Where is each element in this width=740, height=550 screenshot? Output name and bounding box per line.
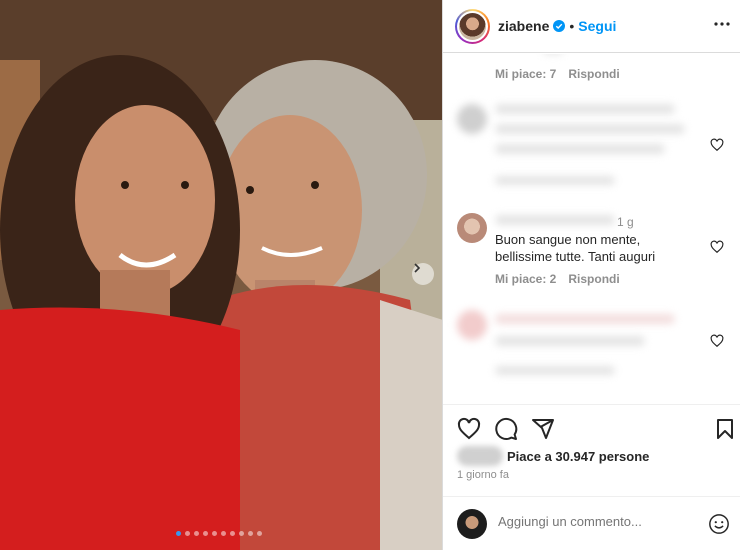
carousel-dot (185, 531, 190, 536)
heart-icon[interactable] (710, 240, 724, 254)
emoji-icon[interactable] (708, 513, 730, 535)
heart-icon[interactable] (710, 334, 724, 348)
reply-button[interactable]: Rispondi (568, 67, 619, 81)
likes-count[interactable]: Piace a 30.947 persone (507, 449, 649, 464)
comment-likes[interactable]: Mi piace: 2 (495, 272, 556, 286)
post-side-panel: ziabene • Segui Mi piace: 7 Rispondi 1 g (443, 0, 740, 550)
blurred-username (495, 215, 615, 225)
carousel-dot (221, 531, 226, 536)
photo-illustration (0, 0, 443, 550)
carousel-dots (176, 531, 262, 536)
carousel-dot (194, 531, 199, 536)
carousel-next-button[interactable] (412, 263, 434, 285)
verified-badge-icon (553, 20, 566, 32)
comment-icon[interactable] (494, 417, 518, 441)
carousel-dot (239, 531, 244, 536)
likers-avatars[interactable] (457, 446, 503, 466)
blurred-comment-text (495, 314, 675, 324)
reply-button[interactable]: Rispondi (568, 272, 619, 286)
current-user-avatar (457, 509, 487, 539)
comment-meta: Mi piace: 2 Rispondi (495, 272, 620, 286)
comment-meta: Mi piace: 7 Rispondi (495, 67, 620, 81)
carousel-dot (230, 531, 235, 536)
post-photo[interactable] (0, 0, 443, 550)
header-separator: • (569, 18, 575, 34)
carousel-dot (248, 531, 253, 536)
comment-input[interactable] (498, 514, 688, 529)
chevron-right-icon (414, 263, 421, 273)
carousel-dot (176, 531, 181, 536)
bookmark-icon[interactable] (713, 417, 737, 441)
carousel-dot (203, 531, 208, 536)
like-heart-icon[interactable] (457, 417, 481, 441)
comment-likes[interactable]: Mi piace: 7 (495, 67, 556, 81)
post-timestamp[interactable]: 1 giorno fa (457, 469, 509, 481)
comment-avatar[interactable] (457, 310, 487, 340)
follow-button[interactable]: Segui (578, 18, 616, 34)
author-avatar[interactable] (455, 8, 490, 44)
author-username[interactable]: ziabene (498, 18, 549, 34)
comments-list[interactable]: Mi piace: 7 Rispondi 1 g Buon sangue non… (443, 54, 740, 404)
comment-avatar[interactable] (457, 104, 487, 134)
carousel-dot (257, 531, 262, 536)
post-header: ziabene • Segui (443, 0, 740, 53)
more-options-icon[interactable] (714, 16, 730, 32)
share-icon[interactable] (531, 417, 555, 441)
heart-icon[interactable] (710, 138, 724, 152)
comment-time: 1 g (617, 215, 634, 229)
add-comment-bar (443, 496, 740, 550)
comment-text: Buon sangue non mente, bellissime tutte.… (495, 232, 656, 264)
carousel-dot (212, 531, 217, 536)
comment-avatar[interactable] (457, 213, 487, 243)
blurred-comment-text (495, 104, 675, 114)
